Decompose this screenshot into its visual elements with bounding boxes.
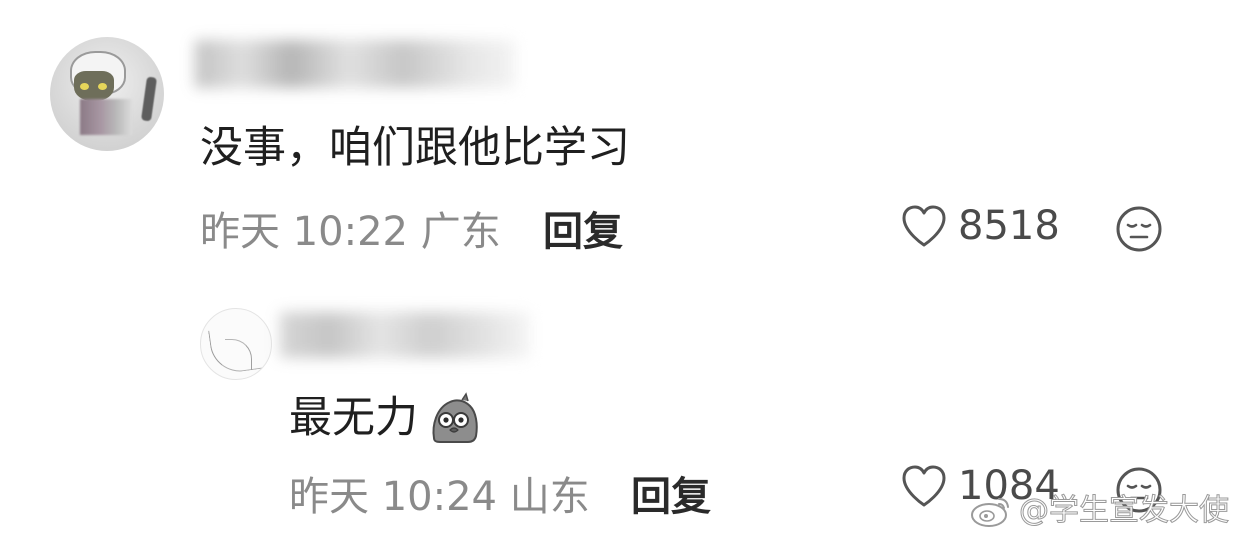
commenter-avatar[interactable] — [50, 37, 164, 151]
avatar-eye-right — [98, 83, 107, 90]
reply-meta: 昨天 10:24 山东 — [289, 477, 590, 517]
reply-comment-text: 最无力 — [289, 392, 418, 443]
avatar-face-shape — [74, 71, 114, 101]
reply-button[interactable]: 回复 — [631, 477, 711, 517]
like-button[interactable]: 8518 — [900, 204, 1060, 248]
like-count: 8518 — [958, 203, 1060, 249]
replier-name-blurred[interactable] — [280, 312, 530, 358]
comment-text: 没事，咱们跟他比学习 — [200, 123, 630, 173]
unamused-face-icon — [1116, 206, 1162, 252]
comment-meta: 昨天 10:22 广东 — [200, 212, 501, 252]
heart-outline-icon — [902, 205, 946, 247]
comment-location: 广东 — [420, 209, 501, 255]
shocked-pigeon-emoji — [432, 392, 478, 443]
watermark-text: @学生宣发大使 — [1019, 493, 1230, 528]
avatar-tail-shape — [140, 76, 158, 122]
reply-time: 昨天 10:24 — [289, 474, 497, 520]
replier-avatar[interactable] — [200, 308, 272, 380]
reply-comment-content: 最无力 — [289, 390, 482, 446]
avatar-eye-left — [80, 83, 89, 90]
avatar-body-shape — [80, 99, 132, 135]
weibo-watermark: @学生宣发大使 — [969, 493, 1230, 529]
heart-outline-icon — [902, 465, 946, 507]
commenter-name-blurred[interactable] — [195, 40, 515, 88]
reply-button[interactable]: 回复 — [543, 212, 623, 252]
weibo-logo — [971, 498, 1009, 527]
reply-location: 山东 — [509, 474, 590, 520]
comment-time: 昨天 10:22 — [200, 209, 408, 255]
emoji-react-button[interactable] — [1115, 205, 1163, 257]
